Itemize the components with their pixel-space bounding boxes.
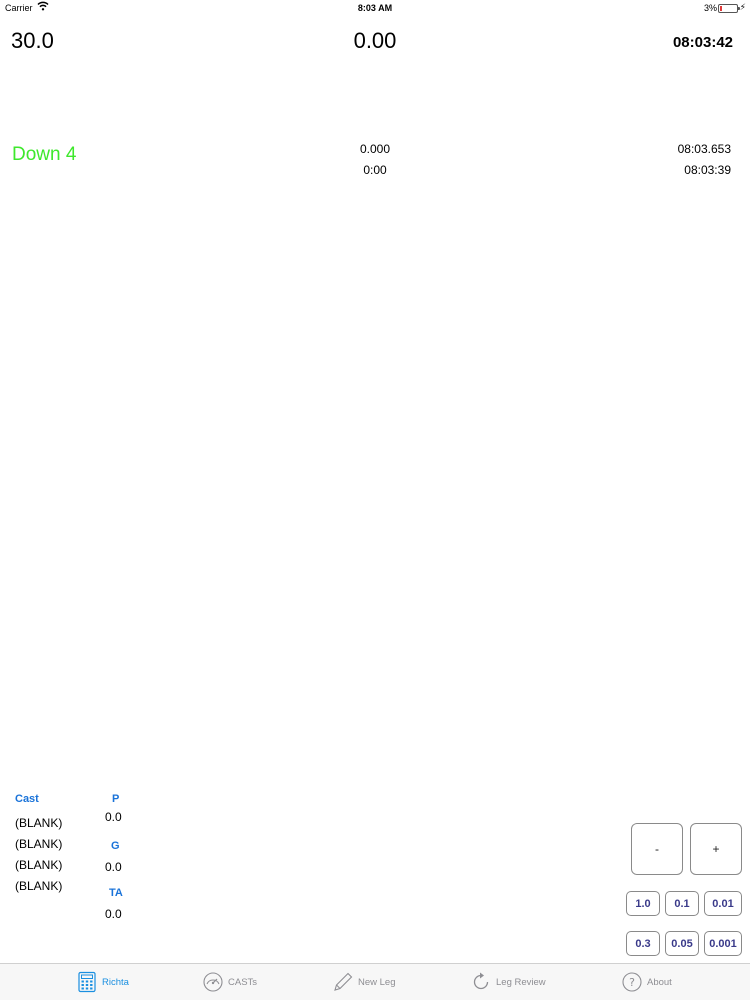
charging-bolt-icon: ⚡ [739,2,746,12]
center-value: 0.00 [353,28,397,53]
cast-item: (BLANK) [15,816,63,830]
plus-button[interactable]: + [690,823,742,875]
tab-label: CASTs [228,976,258,988]
g-value: 0.0 [105,860,122,874]
tab-new-leg[interactable]: New Leg [332,964,396,1000]
tab-casts[interactable]: CASTs [202,964,257,1000]
increment-button[interactable]: 0.05 [665,931,699,956]
right-line-1: 08:03.653 [677,142,731,156]
increment-button[interactable]: 0.1 [665,891,699,916]
p-label: P [112,793,120,805]
center-line-1: 0.000 [359,142,391,156]
tab-richta[interactable]: Richta [76,964,129,1000]
tab-leg-review[interactable]: Leg Review [470,964,546,1000]
clock-time: 08:03:42 [672,34,733,51]
svg-text:?: ? [629,976,635,989]
increment-button[interactable]: 0.3 [626,931,660,956]
status-time: 8:03 AM [357,3,393,13]
ta-value: 0.0 [105,907,122,921]
tab-bar: Richta CASTs New Leg Leg Review ? About [0,963,750,1000]
center-line-2: 0:00 [363,163,387,177]
g-label: G [111,840,120,852]
tab-label: Leg Review [496,976,546,988]
cast-item: (BLANK) [15,858,63,872]
increment-button[interactable]: 1.0 [626,891,660,916]
refresh-icon [473,972,489,990]
p-value: 0.0 [105,810,122,824]
tab-label: Richta [102,976,129,988]
pencil-icon [334,972,353,991]
cast-item: (BLANK) [15,879,63,893]
status-bar: Carrier 8:03 AM 3% ⚡ [0,0,750,16]
calculator-icon [78,971,96,993]
speedometer-icon [203,972,223,992]
increment-button[interactable]: 0.01 [704,891,742,916]
question-icon: ? [622,972,642,992]
battery-percentage: 3% [703,3,717,13]
tab-about[interactable]: ? About [621,964,672,1000]
tab-label: New Leg [358,976,396,988]
cast-label: Cast [15,793,39,805]
right-line-2: 08:03:39 [684,163,731,177]
ta-label: TA [109,887,123,899]
tab-label: About [647,976,672,988]
minus-button[interactable]: - [631,823,683,875]
cast-item: (BLANK) [15,837,63,851]
battery-icon [718,4,740,13]
increment-button[interactable]: 0.001 [704,931,742,956]
